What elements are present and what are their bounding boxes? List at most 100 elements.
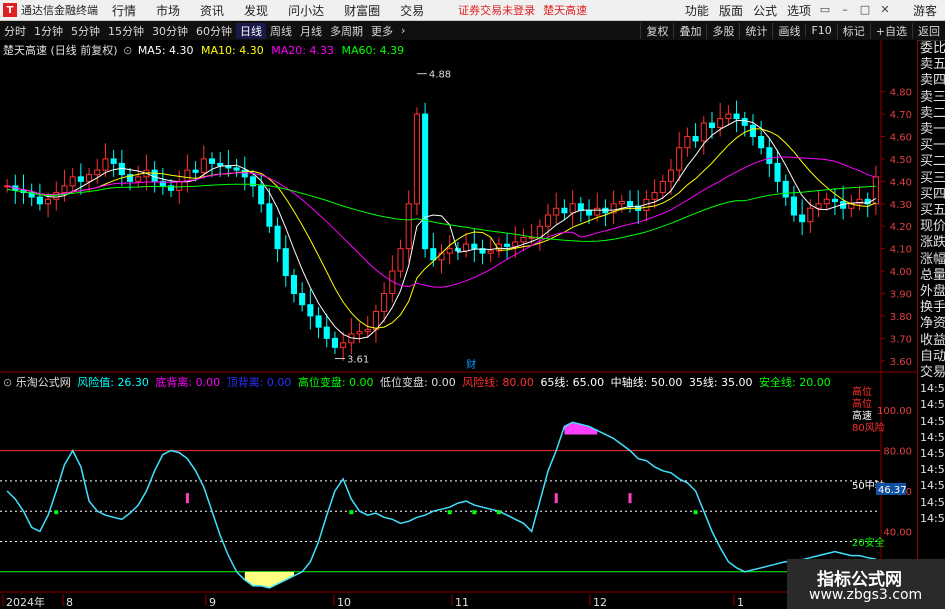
side-panel-item[interactable]: 总量 — [918, 268, 945, 284]
stock-name: 楚天高速 — [3, 44, 47, 57]
side-panel-item[interactable]: 涨跌 — [918, 235, 945, 251]
side-panel-item[interactable]: 现价 — [918, 219, 945, 235]
side-panel-item[interactable]: 换手 — [918, 300, 945, 316]
candle-down — [299, 293, 306, 306]
side-panel-item[interactable]: 收益 — [918, 333, 945, 349]
candle-up — [184, 169, 191, 182]
side-panel-item[interactable]: 卖四 — [918, 73, 945, 89]
side-panel-item[interactable]: 14:56 — [918, 414, 945, 430]
candle-down — [192, 169, 199, 173]
side-panel-item[interactable]: 14:56 — [918, 397, 945, 413]
settings-icon[interactable]: ⊙ — [123, 44, 132, 57]
ind-safe-line: 安全线: 20.00 — [759, 376, 831, 389]
candle-down — [331, 337, 338, 348]
high-price-label: 4.88 — [429, 70, 451, 81]
candle-up — [86, 174, 93, 182]
price-tick-label: 4.70 — [890, 110, 912, 121]
indicator-tick-label: 40.00 — [883, 527, 912, 538]
candle-up — [618, 201, 625, 205]
side-panel-item[interactable]: 14:56 — [918, 430, 945, 446]
side-panel-item[interactable]: 买一 — [918, 138, 945, 154]
candle-up — [684, 136, 691, 149]
candle-down — [790, 196, 797, 216]
candle-up — [176, 180, 183, 191]
side-panel-item[interactable]: 涨幅 — [918, 252, 945, 268]
date-tick-label: 8 — [66, 596, 73, 609]
ind-65-line: 65线: 65.00 — [540, 376, 605, 389]
candle-down — [626, 201, 634, 207]
candle-up — [651, 192, 658, 200]
side-panel-item[interactable]: 买三 — [918, 171, 945, 187]
candle-down — [708, 122, 716, 129]
side-panel-item[interactable]: 委比 — [918, 41, 945, 57]
side-panel-item[interactable]: 14:56 — [918, 478, 945, 494]
side-panel-item[interactable]: 卖五 — [918, 57, 945, 73]
candle-down — [799, 214, 806, 223]
candle-down — [274, 225, 281, 250]
candle-down — [307, 304, 314, 317]
side-panel-item[interactable]: 卖三 — [918, 90, 945, 106]
ind-high-change: 高位变盘: 0.00 — [297, 376, 374, 389]
price-tick-label: 3.70 — [890, 334, 912, 345]
ind-top-div: 顶背离: 0.00 — [226, 376, 292, 389]
ind-mid-line: 中轴线: 50.00 — [610, 376, 683, 389]
candle-up — [700, 122, 707, 142]
candle-down — [36, 196, 43, 205]
side-panel-item[interactable]: 买五 — [918, 203, 945, 219]
side-panel-item[interactable]: 卖二 — [918, 106, 945, 122]
green-signal-bar — [349, 510, 354, 515]
candle-down — [422, 113, 429, 250]
quote-side-panel: 委比 卖五 卖四 卖三 卖二 卖一 买一 买二 买三 买四 买五 现价 涨跌 涨幅 总量 外盘 换手 净资 收益 自动… — [917, 41, 945, 609]
green-signal-bar — [472, 510, 477, 515]
current-value-label: 46.37 — [878, 485, 907, 496]
pink-signal-bar — [554, 493, 558, 504]
candle-up — [69, 176, 76, 187]
candle-down — [208, 158, 216, 164]
candle-down — [233, 167, 240, 171]
candle-up — [856, 198, 863, 205]
finance-marker: 财 — [466, 358, 476, 371]
candle-down — [471, 243, 478, 250]
date-tick-label: 11 — [455, 596, 469, 609]
candle-down — [577, 203, 584, 212]
side-panel-item[interactable]: 14:56 — [918, 462, 945, 478]
candle-down — [831, 198, 838, 203]
indicator-settings-icon[interactable]: ⊙ — [3, 376, 12, 389]
side-panel-item[interactable]: 自动 — [918, 349, 945, 365]
candle-up — [667, 169, 675, 182]
candle-up — [569, 203, 576, 214]
side-panel-item[interactable]: 买二 — [918, 154, 945, 170]
candle-down — [749, 124, 756, 137]
candle-up — [553, 207, 560, 216]
candle-down — [315, 315, 322, 328]
date-tick-label: 10 — [337, 596, 351, 609]
candle-up — [545, 214, 552, 227]
indicator-tick-label: 80.00 — [883, 447, 912, 458]
ma60-label: MA60: 4.39 — [341, 44, 405, 57]
candle-up — [364, 328, 371, 333]
candle-up — [94, 169, 101, 176]
price-tick-label: 3.60 — [890, 357, 912, 368]
candle-down — [430, 248, 437, 261]
side-panel-item[interactable]: 14:56 — [918, 495, 945, 511]
candle-down — [290, 275, 298, 294]
candle-down — [323, 326, 330, 339]
candle-up — [356, 331, 363, 335]
side-panel-item[interactable]: 交易 — [918, 365, 945, 381]
price-tick-label: 4.50 — [890, 155, 912, 166]
price-tick-label: 4.10 — [890, 245, 912, 256]
side-panel-item[interactable]: 14:56 — [918, 446, 945, 462]
candle-up — [200, 158, 207, 173]
side-panel-item[interactable]: 外盘 — [918, 284, 945, 300]
side-panel-item[interactable]: 14:56 — [918, 381, 945, 397]
date-tick-label: 2024年 — [6, 595, 45, 609]
candle-up — [659, 180, 666, 194]
side-panel-item[interactable]: 买四 — [918, 187, 945, 203]
side-panel-item[interactable]: 净资 — [918, 316, 945, 332]
side-panel-item[interactable]: 14:56 — [918, 511, 945, 527]
candle-up — [823, 198, 830, 205]
candle-down — [77, 176, 84, 182]
ind-risk-line: 风险线: 80.00 — [462, 376, 534, 389]
kline-chart-area[interactable]: 3.60 3.70 3.80 3.90 4.00 4.10 4.20 4.30 4.40 4.50… — [0, 0, 917, 609]
side-panel-item[interactable]: 卖一 — [918, 122, 945, 138]
